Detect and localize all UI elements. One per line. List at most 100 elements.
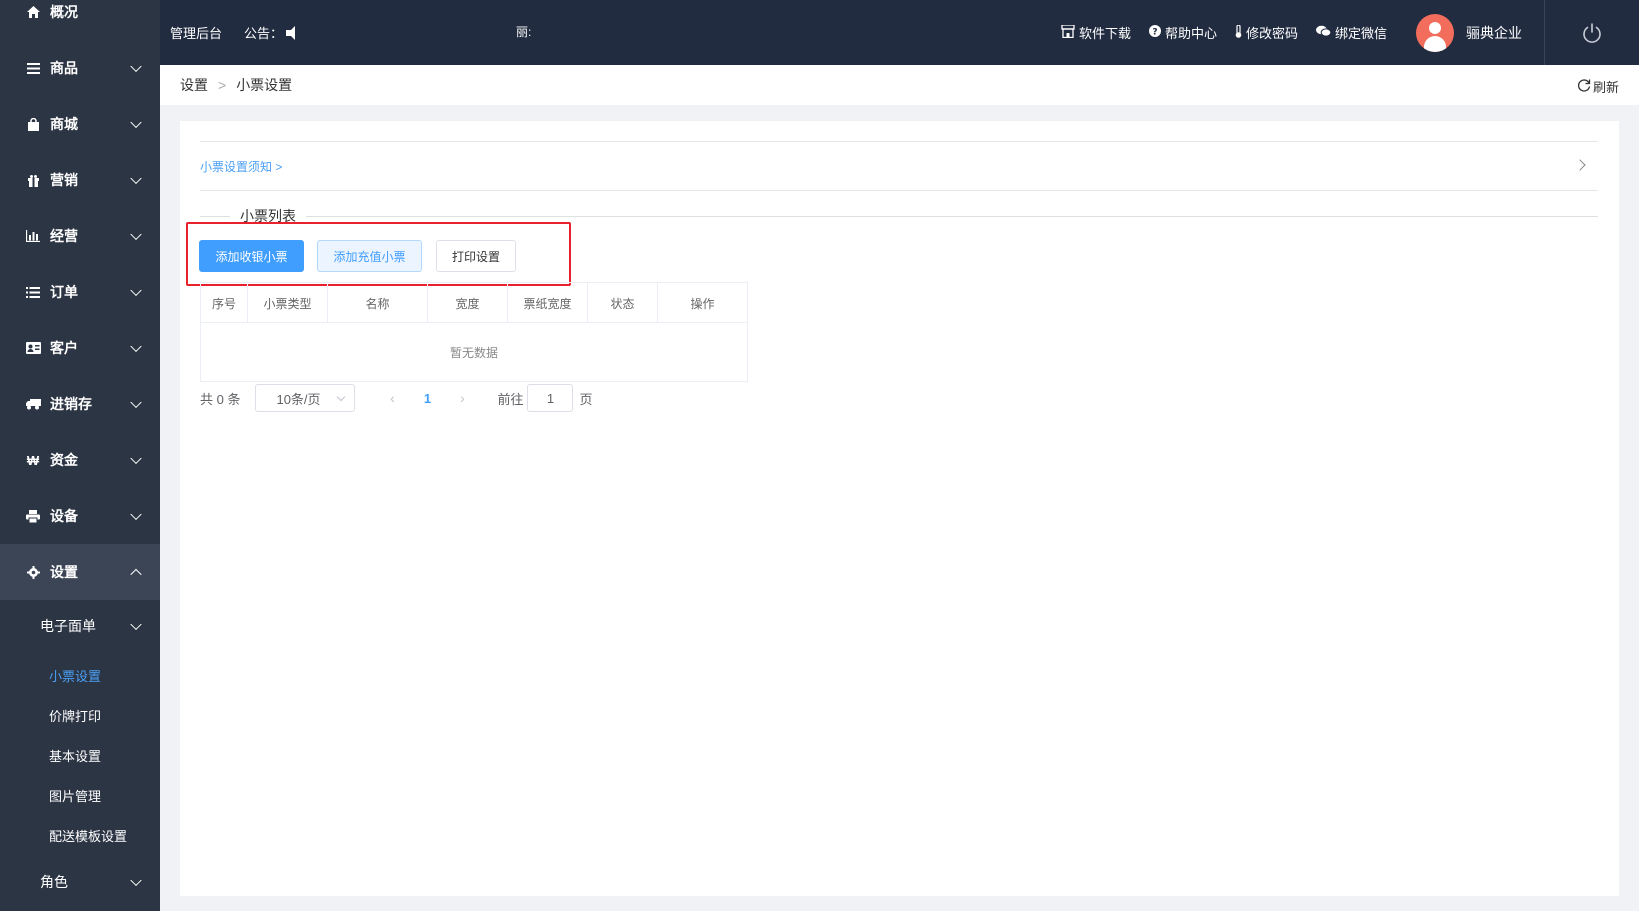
- page-unit-label: 页: [579, 391, 593, 407]
- order-list-icon: [25, 284, 41, 300]
- chevron-down-icon: [130, 340, 142, 353]
- link-label: 帮助中心: [1164, 26, 1217, 41]
- sidebar-subitem-receipt-settings[interactable]: 小票设置: [0, 666, 160, 685]
- receipt-table: 序号 小票类型 名称 宽度 票纸宽度 状态 操作 暂无数据: [200, 282, 748, 382]
- sidebar-item-customers[interactable]: 客户: [0, 320, 160, 376]
- chevron-down-icon: [130, 508, 142, 521]
- bar-chart-icon: [25, 228, 41, 244]
- sidebar-item-inventory[interactable]: 进销存: [0, 376, 160, 432]
- sidebar-item-overview[interactable]: 概况: [0, 0, 160, 40]
- prev-page-button[interactable]: ‹: [377, 384, 407, 412]
- sidebar-item-label: 概况: [50, 4, 78, 20]
- sidebar-subitem-basic-settings[interactable]: 基本设置: [0, 746, 160, 765]
- chevron-right-icon: [1574, 159, 1586, 171]
- topbar: 管理后台 公告： 丽: 软件下载 ? 帮助中心 修改密码 绑定微信 骊典企业: [160, 0, 1639, 65]
- receipt-notice-link[interactable]: 小票设置须知 >: [200, 141, 1598, 191]
- breadcrumb-parent[interactable]: 设置: [180, 75, 208, 95]
- store-icon: [1061, 23, 1075, 41]
- software-download-link[interactable]: 软件下载: [1061, 23, 1131, 42]
- page-size-select[interactable]: 10条/页: [255, 384, 356, 412]
- breadcrumb-current: 小票设置: [236, 77, 293, 93]
- notice-link-label: 小票设置须知 >: [200, 159, 283, 174]
- goto-label: 前往: [497, 391, 524, 407]
- pagination: 共 0 条 10条/页 ‹ 1 › 前往 页: [200, 384, 593, 412]
- sidebar: 概况 商品 商城 营销 经营 订单 客户 进销存 ₩ 资金 设备 设置 电子面单…: [0, 0, 160, 911]
- chevron-down-icon: [130, 452, 142, 465]
- sidebar-item-marketing[interactable]: 营销: [0, 152, 160, 208]
- column-header[interactable]: 状态: [588, 283, 658, 323]
- print-settings-button[interactable]: 打印设置: [436, 240, 516, 272]
- question-icon: ?: [1148, 25, 1161, 40]
- next-page-button[interactable]: ›: [447, 384, 477, 412]
- svg-text:?: ?: [1152, 28, 1157, 38]
- chevron-down-icon: [130, 172, 142, 185]
- chevron-down-icon: [130, 396, 142, 409]
- app-title: 管理后台: [170, 26, 223, 41]
- sidebar-item-label: 资金: [50, 452, 78, 468]
- chevron-down-icon: [130, 228, 142, 241]
- divider: [1544, 0, 1545, 65]
- thermometer-icon: [1235, 23, 1242, 41]
- page-size-value: 10条/页: [276, 391, 321, 407]
- bind-wechat-link[interactable]: 绑定微信: [1315, 23, 1387, 42]
- sidebar-group-label: 电子面单: [40, 618, 96, 634]
- link-label: 软件下载: [1078, 26, 1131, 41]
- change-password-link[interactable]: 修改密码: [1235, 23, 1298, 42]
- list-icon: [25, 60, 41, 76]
- help-center-link[interactable]: ? 帮助中心: [1148, 23, 1217, 42]
- divider: [200, 216, 1598, 217]
- link-label: 修改密码: [1245, 26, 1298, 41]
- speaker-icon: [285, 25, 303, 40]
- main-panel: 小票设置须知 > 小票列表 添加收银小票 添加充值小票 打印设置 序号 小票类型…: [180, 121, 1619, 896]
- sidebar-item-label: 营销: [50, 172, 78, 188]
- avatar: [1416, 13, 1454, 52]
- user-name: 骊典企业: [1466, 24, 1522, 41]
- sidebar-item-goods[interactable]: 商品: [0, 40, 160, 96]
- page-number[interactable]: 1: [407, 384, 447, 412]
- chevron-down-icon: [130, 284, 142, 297]
- won-icon: ₩: [26, 452, 40, 468]
- sidebar-group-label: 角色: [40, 874, 68, 890]
- sidebar-item-devices[interactable]: 设备: [0, 488, 160, 544]
- add-recharge-receipt-button[interactable]: 添加充值小票: [317, 240, 422, 272]
- pagination-total: 共 0 条: [200, 391, 241, 407]
- column-header[interactable]: 宽度: [428, 283, 508, 323]
- home-icon: [25, 4, 41, 20]
- breadcrumb: 设置 > 小票设置 刷新: [160, 65, 1639, 105]
- chevron-down-icon: [130, 60, 142, 73]
- sidebar-subitem-price-tag-print[interactable]: 价牌打印: [0, 706, 160, 725]
- sidebar-item-orders[interactable]: 订单: [0, 264, 160, 320]
- notice-marquee[interactable]: 丽:: [516, 23, 531, 40]
- sidebar-item-label: 设置: [50, 564, 78, 580]
- bag-icon: [25, 116, 41, 132]
- column-header[interactable]: 小票类型: [248, 283, 328, 323]
- refresh-icon: [1577, 78, 1591, 95]
- chevron-up-icon: [130, 568, 142, 581]
- add-cashier-receipt-button[interactable]: 添加收银小票: [199, 240, 304, 272]
- gear-icon: [25, 564, 41, 580]
- sidebar-item-label: 商城: [50, 116, 78, 132]
- chevron-down-icon: [130, 874, 142, 887]
- sidebar-item-settings[interactable]: 设置: [0, 544, 160, 600]
- column-header[interactable]: 操作: [658, 283, 747, 323]
- column-header[interactable]: 名称: [328, 283, 428, 323]
- refresh-button[interactable]: 刷新: [1577, 77, 1619, 96]
- user-menu[interactable]: 骊典企业: [1416, 0, 1522, 65]
- column-header[interactable]: 序号: [201, 283, 248, 323]
- sidebar-group-roles[interactable]: 角色: [0, 858, 160, 906]
- link-label: 绑定微信: [1334, 26, 1387, 41]
- column-header[interactable]: 票纸宽度: [508, 283, 588, 323]
- sidebar-item-funds[interactable]: ₩ 资金: [0, 432, 160, 488]
- sidebar-item-mall[interactable]: 商城: [0, 96, 160, 152]
- sidebar-item-operations[interactable]: 经营: [0, 208, 160, 264]
- truck-icon: [25, 396, 41, 412]
- sidebar-group-e-waybill[interactable]: 电子面单: [0, 602, 160, 650]
- goto-page-input[interactable]: [527, 384, 574, 412]
- sidebar-item-label: 订单: [50, 284, 78, 300]
- power-icon[interactable]: [1581, 22, 1603, 44]
- table-empty-text: 暂无数据: [449, 345, 498, 360]
- sidebar-subitem-image-management[interactable]: 图片管理: [0, 786, 160, 805]
- sidebar-item-label: 经营: [50, 228, 78, 244]
- sidebar-subitem-delivery-template[interactable]: 配送模板设置: [0, 826, 160, 845]
- chevron-down-icon: [130, 618, 142, 631]
